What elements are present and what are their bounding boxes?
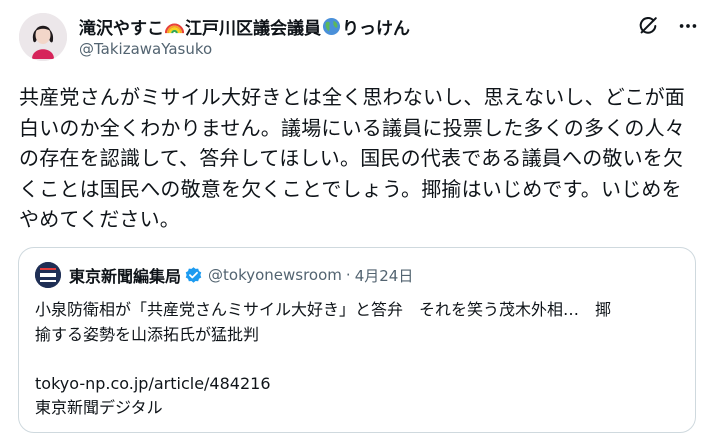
tweet-text-line: の存在を認識して、答弁してほしい。国民の代表である議員への敬いを欠 — [19, 146, 684, 170]
quoted-tweet-header: 東京新聞編集局 @tokyonewsroom · 4月24日 — [35, 262, 413, 288]
rainbow-emoji-icon — [165, 23, 184, 33]
author-display-name-part-2[interactable]: 江戸川区議会議員 — [185, 14, 321, 39]
quoted-author-handle[interactable]: @tokyonewsroom — [208, 266, 342, 284]
quoted-source: 東京新聞デジタル — [35, 398, 163, 417]
grok-icon — [639, 17, 657, 34]
quoted-text-line: 小泉防衛相が「共産党さんミサイル大好き」と答弁 それを笑う茂木外相… 揶 — [35, 300, 612, 319]
more-options-button[interactable] — [676, 14, 700, 38]
quoted-tweet-body: 小泉防衛相が「共産党さんミサイル大好き」と答弁 それを笑う茂木外相… 揶 揄する… — [35, 298, 685, 421]
separator-dot: · — [345, 266, 351, 284]
tweet-text-line: 白いのか全くわかりません。議場にいる議員に投票した多くの多くの人々 — [19, 115, 685, 140]
avatar-photo — [19, 13, 67, 61]
quoted-tweet-card[interactable]: 東京新聞編集局 @tokyonewsroom · 4月24日 小泉防衛相が「共産… — [18, 247, 696, 433]
more-icon — [679, 24, 697, 28]
author-name-row[interactable]: 滝沢やすこ 江戸川区議会議員 りっけん — [79, 14, 410, 39]
author-handle[interactable]: @TakizawaYasuko — [79, 40, 212, 58]
quoted-tweet-date[interactable]: 4月24日 — [355, 265, 414, 286]
quoted-text-line: 揄する姿勢を山添拓氏が猛批判 — [35, 324, 260, 344]
tweet-text-line: 共産党さんがミサイル大好きとは全く思わないし、思えないし、どこが面 — [19, 85, 685, 109]
tweet-text-line: やめてください。 — [19, 207, 180, 231]
globe-emoji-icon — [322, 17, 341, 35]
quoted-link[interactable]: tokyo-np.co.jp/article/484216 — [35, 372, 685, 397]
tweet-text-line: くことは国民への敬意を欠くことでしょう。揶揄はいじめです。いじめを — [19, 176, 682, 201]
author-display-name-part-3[interactable]: りっけん — [342, 14, 410, 39]
tweet-actions — [636, 14, 700, 38]
tweet-text: 共産党さんがミサイル大好きとは全く思わないし、思えないし、どこが面 白いのか全く… — [19, 82, 699, 235]
author-avatar[interactable] — [19, 13, 67, 61]
author-display-name-part-1[interactable]: 滝沢やすこ — [79, 14, 164, 39]
quoted-author-avatar[interactable] — [35, 262, 61, 288]
grok-button[interactable] — [636, 14, 660, 38]
quoted-author-name[interactable]: 東京新聞編集局 — [69, 263, 181, 287]
verified-badge-icon — [185, 266, 202, 283]
tokyo-shimbun-logo — [35, 262, 61, 288]
